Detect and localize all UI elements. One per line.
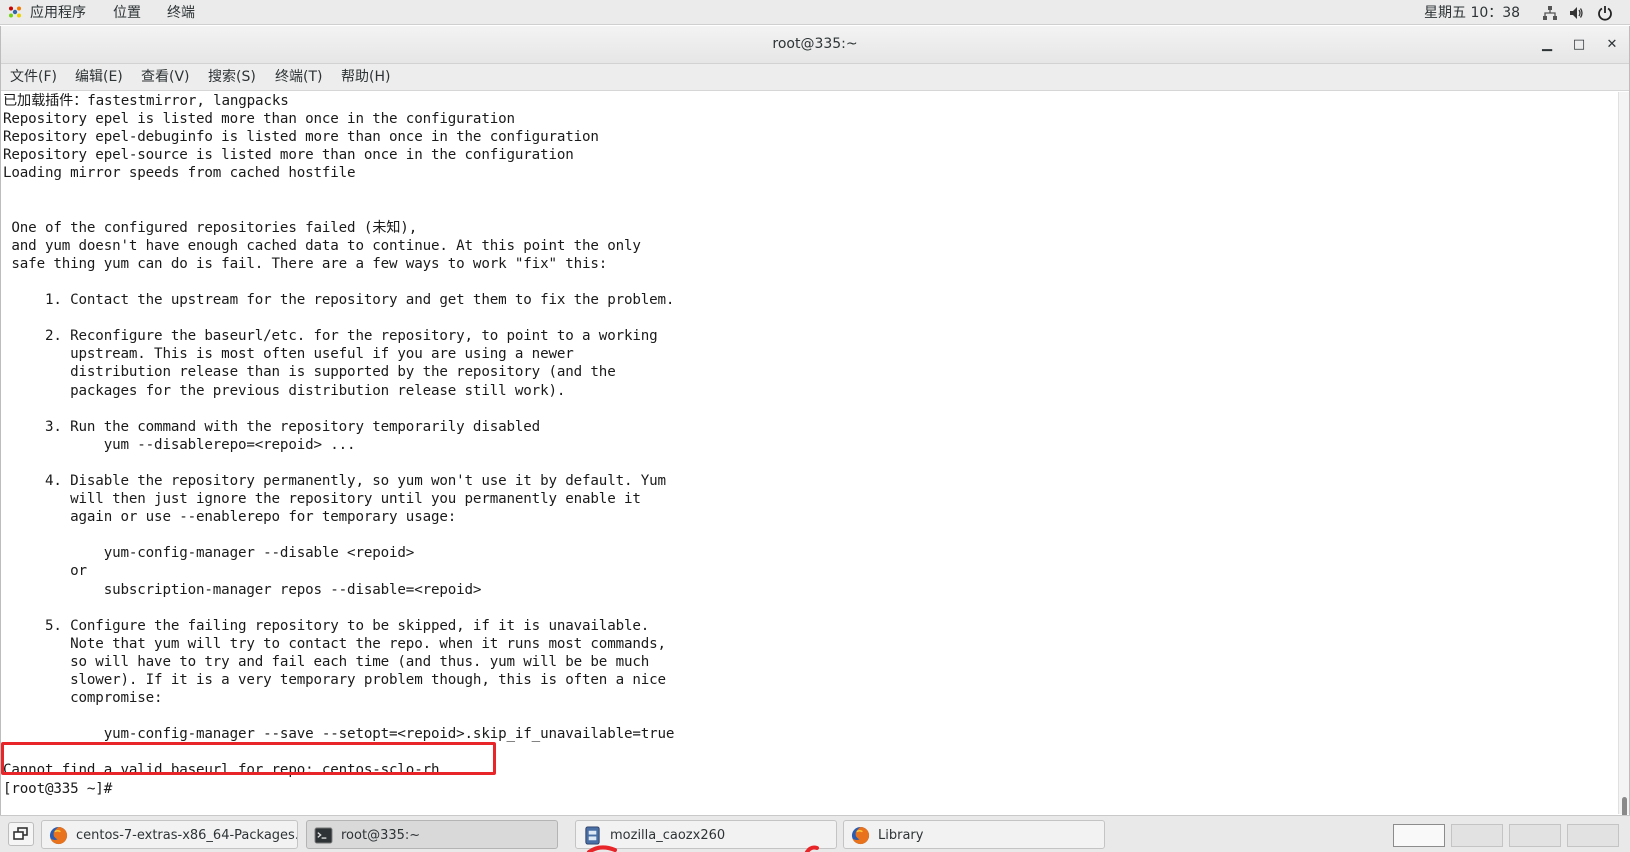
terminal-line: distribution release than is supported b… [3, 364, 616, 381]
terminal-app-menu[interactable]: 终端 [167, 3, 195, 23]
terminal-line: Repository epel-debuginfo is listed more… [3, 129, 599, 146]
terminal-line: so will have to try and fail each time (… [3, 653, 650, 670]
terminal-line: and yum doesn't have enough cached data … [3, 237, 641, 254]
terminal-line: 5. Configure the failing repository to b… [3, 617, 650, 634]
task-label: root@335:~ [341, 828, 421, 843]
show-desktop-icon [13, 827, 28, 840]
menu-view[interactable]: 查看(V) [141, 68, 190, 87]
terminal-line: Cannot find a valid baseurl for repo: ce… [3, 762, 440, 779]
terminal-line: 3. Run the command with the repository t… [3, 418, 541, 435]
terminal-line: One of the configured repositories faile… [3, 219, 418, 236]
task-label: Library [878, 828, 924, 843]
network-icon[interactable] [1542, 5, 1558, 21]
top-panel: 应用程序 位置 终端 星期五 10：38 [0, 0, 1630, 25]
terminal-line: 2. Reconfigure the baseurl/etc. for the … [3, 328, 658, 345]
menubar: 文件(F) 编辑(E) 查看(V) 搜索(S) 终端(T) 帮助(H) [1, 64, 1629, 91]
terminal-line: safe thing yum can do is fail. There are… [3, 255, 608, 272]
terminal-line: 4. Disable the repository permanently, s… [3, 472, 666, 489]
menu-terminal[interactable]: 终端(T) [275, 68, 322, 87]
task-firefox-packages[interactable]: centos-7-extras-x86_64-Packages... [41, 820, 298, 849]
task-firefox-library[interactable]: Library [843, 820, 1105, 849]
workspace-4[interactable] [1567, 824, 1619, 847]
terminal-line: will then just ignore the repository unt… [3, 491, 641, 508]
volume-icon[interactable] [1568, 5, 1584, 21]
window-titlebar[interactable]: root@335:~ ▁ □ ✕ [1, 26, 1629, 64]
maximize-button[interactable]: □ [1570, 36, 1588, 54]
terminal-line: slower). If it is a very temporary probl… [3, 672, 666, 688]
firefox-icon [851, 826, 870, 845]
task-file-manager[interactable]: mozilla_caozx260 [575, 820, 837, 849]
terminal-output[interactable]: 已加载插件：fastestmirror, langpacks Repository… [1, 92, 1619, 814]
menu-edit[interactable]: 编辑(E) [75, 68, 123, 87]
terminal-line: 已加载插件：fastestmirror, langpacks [3, 93, 289, 109]
power-icon[interactable] [1597, 5, 1613, 21]
task-label: mozilla_caozx260 [610, 828, 726, 843]
terminal-line: 1. Contact the upstream for the reposito… [3, 292, 675, 309]
terminal-line: again or use --enablerepo for temporary … [3, 509, 457, 526]
workspace-1[interactable] [1393, 824, 1445, 847]
places-menu[interactable]: 位置 [113, 3, 141, 23]
apps-logo-icon[interactable] [8, 5, 22, 19]
terminal-icon [314, 827, 333, 844]
file-manager-icon [585, 826, 600, 845]
applications-menu[interactable]: 应用程序 [30, 3, 86, 23]
workspace-3[interactable] [1509, 824, 1561, 847]
terminal-line: yum-config-manager --disable <repoid> [3, 545, 415, 562]
window-title: root@335:~ [772, 36, 858, 52]
terminal-line: compromise: [3, 690, 163, 707]
terminal-line: Repository epel is listed more than once… [3, 111, 515, 128]
terminal-line: Note that yum will try to contact the re… [3, 635, 666, 652]
task-terminal[interactable]: root@335:~ [306, 820, 558, 849]
task-label: centos-7-extras-x86_64-Packages... [76, 828, 298, 843]
show-desktop-button[interactable] [8, 822, 34, 846]
terminal-line: Repository epel-source is listed more th… [3, 147, 574, 164]
menu-file[interactable]: 文件(F) [10, 68, 57, 87]
terminal-line: yum-config-manager --save --setopt=<repo… [3, 726, 675, 743]
terminal-text: 已加载插件：fastestmirror, langpacks Repository… [1, 92, 1619, 798]
terminal-line: packages for the previous distribution r… [3, 382, 566, 399]
firefox-icon [49, 826, 68, 845]
menu-search[interactable]: 搜索(S) [208, 68, 256, 87]
terminal-scrollbar[interactable] [1618, 92, 1629, 837]
terminal-line: yum --disablerepo=<repoid> ... [3, 436, 356, 453]
terminal-window: root@335:~ ▁ □ ✕ 文件(F) 编辑(E) 查看(V) 搜索(S)… [0, 26, 1630, 837]
terminal-line: upstream. This is most often useful if y… [3, 346, 574, 363]
taskbar: centos-7-extras-x86_64-Packages... root@… [0, 815, 1630, 852]
terminal-line: [root@335 ~]# [3, 780, 121, 797]
terminal-line: Loading mirror speeds from cached hostfi… [3, 165, 356, 182]
terminal-line: subscription-manager repos --disable=<re… [3, 581, 482, 598]
clock[interactable]: 星期五 10：38 [1424, 3, 1520, 23]
terminal-line: or [3, 563, 87, 580]
minimize-button[interactable]: ▁ [1538, 36, 1556, 54]
close-button[interactable]: ✕ [1603, 36, 1621, 54]
menu-help[interactable]: 帮助(H) [341, 68, 390, 87]
workspace-2[interactable] [1451, 824, 1503, 847]
